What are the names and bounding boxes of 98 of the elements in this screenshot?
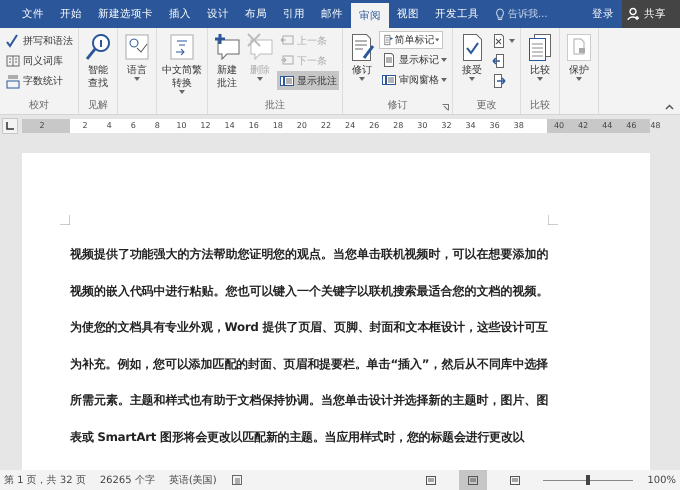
ruler-number: 8 [154,120,161,132]
caret-icon [257,77,263,81]
ribbon-tab[interactable]: 文件 [14,0,52,28]
ruler-number: 28 [392,120,404,132]
group-label: 更改 [476,100,496,111]
ribbon-button[interactable]: 比较 [524,31,556,98]
ribbon-tab[interactable]: 开始 [52,0,90,28]
page-count[interactable]: 第 1 页，共 32 页 [4,473,86,487]
caret-icon [469,77,475,81]
left-tab-icon [6,122,14,130]
ribbon-tab[interactable]: 引用 [275,0,313,28]
view-icon [467,474,480,486]
tell-me-field[interactable]: 告诉我... [495,0,548,28]
ribbon-tab[interactable]: 设计 [199,0,237,28]
ruler-number: 16 [248,120,260,132]
tab-stop-selector[interactable] [2,118,18,134]
caret-icon [441,58,447,62]
ribbon-tab[interactable]: 邮件 [313,0,351,28]
ruler-number: 2 [82,120,89,132]
ruler-number: 14 [224,120,236,132]
dialog-launcher-icon[interactable] [442,104,449,111]
caret-icon [537,77,543,81]
caret-icon [441,78,447,82]
ruler-number: 32 [440,120,453,132]
thesaurus-icon [5,52,21,68]
share-button[interactable]: 共享 [622,0,680,28]
lightbulb-icon [495,8,505,20]
ribbon-tab[interactable]: 开发工具 [427,0,487,28]
group-label: 见解 [88,100,108,111]
ribbon-button[interactable]: 显示标记 [379,50,449,69]
ribbon-tab[interactable]: 插入 [161,0,199,28]
markup-icon [383,32,395,48]
caret-icon [509,38,515,42]
previous-change-icon [491,52,507,68]
ribbon-tab[interactable]: 新建选项卡 [90,0,161,28]
margin-corner-icon [60,215,70,225]
ruler-number: 38 [512,120,525,132]
ruler-number: 48 [649,120,662,132]
view-icon [509,474,522,486]
person-icon [627,7,641,21]
caret-icon [576,77,582,81]
group-label: 比较 [530,100,550,111]
ruler-number: 42 [577,120,590,132]
group-label: 批注 [265,100,285,111]
zoom-thumb[interactable] [586,475,590,485]
ruler-number: 10 [175,120,188,132]
ribbon-tab[interactable]: 视图 [389,0,427,28]
markup-dropdown[interactable]: 简单标记 [379,31,443,49]
ribbon-button[interactable]: 智能查找 [82,31,114,98]
ruler-number: 40 [552,120,566,132]
view-button[interactable] [459,470,488,490]
next-change-icon [491,72,507,88]
ruler-number: 18 [272,120,284,132]
zoom-level[interactable]: 100% [647,474,676,486]
ruler-number: 46 [625,120,638,132]
ribbon-button[interactable]: 同义词库 [3,51,75,70]
ribbon-button[interactable]: 接受 [456,31,488,98]
caret-icon [134,77,140,81]
word-count[interactable]: 26265 个字 [100,473,155,487]
ruler-number: 6 [130,120,137,132]
ruler-number: 20 [296,120,308,132]
page-icon [381,52,397,68]
ribbon-tab[interactable]: 布局 [237,0,275,28]
ruler-number: 26 [368,120,380,132]
margin-corner-icon [548,215,558,225]
ruler-number: 2 [38,120,46,132]
sign-in-link[interactable]: 登录 [584,0,622,28]
language-indicator[interactable]: 英语(美国) [168,473,217,487]
group-label: 修订 [388,100,408,111]
caret-icon [434,38,439,42]
ribbon-button[interactable]: 显示批注 [277,71,339,90]
ruler-number: 30 [416,120,428,132]
ribbon-button[interactable]: 修订 [346,31,378,98]
ruler-number: 34 [464,120,477,132]
protect-icon [564,32,594,64]
ruler-number: 44 [601,120,614,132]
macro-icon[interactable] [230,474,243,486]
ruler-number: 22 [320,120,332,132]
ruler-number: 24 [344,120,356,132]
ribbon-button[interactable]: 语言 [121,31,153,98]
body-paragraph: 视频提供了功能强大的方法帮助您证明您的观点。当您单击联机视频时，可以在想要添加的视频的嵌入代码中进行粘贴。您也可以键入一个关键字以联机搜索最适合您的文档的视频。为使您的文档具有专业外观，Word 提供了页眉、页脚、封面和文本框设计，这些设计可互为补充。例如，您可以添加匹配的封面、页眉和提要栏。单击“插入”，然后从不同库中选择所需元素。主题和样式也有助于文档保持协调。当您单击设计并选择新的主题时，图片、图表或 SmartArt 图形将会更改以匹配新的主题。当应用样式时，您的标题会进行更改以 [70,246,548,446]
word-count-icon [5,72,21,88]
ruler-number: 12 [199,120,212,132]
caret-icon [179,90,185,94]
group-label: 校对 [29,100,49,111]
ruler-number: 36 [488,120,501,132]
ruler-number: 4 [106,120,113,132]
ribbon-button[interactable]: 保护 [563,31,595,98]
view-icon [425,474,438,486]
caret-icon [359,77,365,81]
reject-icon [491,32,507,48]
ribbon-tab[interactable]: 审阅 [351,3,389,28]
ribbon-button[interactable]: 新建批注 [211,31,243,98]
ribbon-button[interactable]: 审阅窗格 [379,70,449,89]
ribbon-button[interactable]: 中文简繁转换 [160,31,204,98]
collapse-ribbon-icon[interactable] [665,104,674,110]
ribbon-button[interactable]: 字数统计 [3,71,75,90]
ribbon-button[interactable]: 拼写和语法 [3,31,75,50]
